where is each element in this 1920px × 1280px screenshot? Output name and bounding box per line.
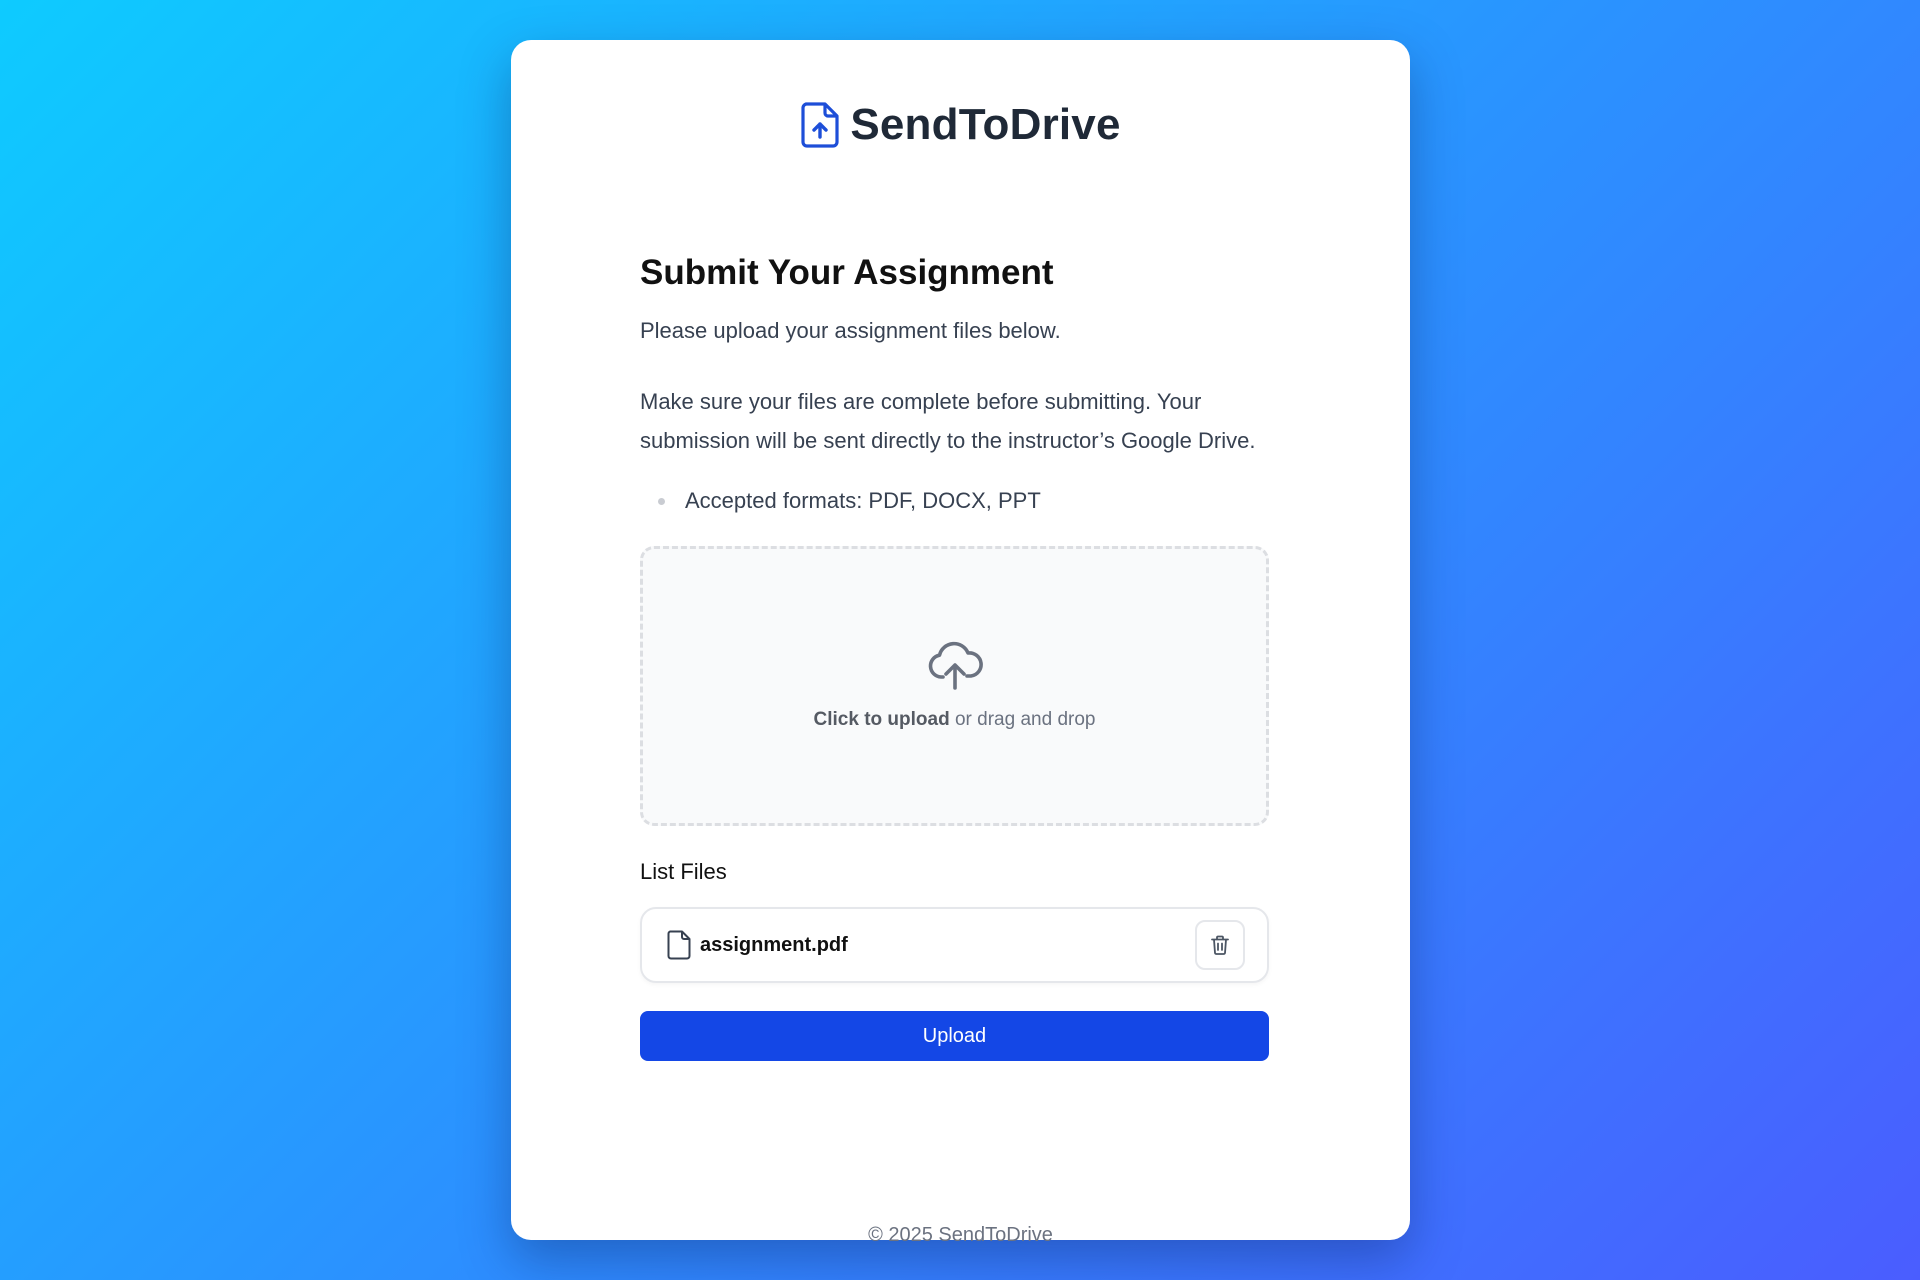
upload-button[interactable]: Upload [640,1011,1269,1061]
dropzone-text: Click to upload or drag and drop [814,709,1096,731]
list-item: Accepted formats: PDF, DOCX, PPT [640,488,1041,514]
accepted-formats-list: Accepted formats: PDF, DOCX, PPT [640,488,1269,514]
page-title: Submit Your Assignment [640,253,1054,292]
delete-file-button[interactable] [1195,920,1245,970]
file-list-item: assignment.pdf [640,907,1269,983]
accepted-formats-text: Accepted formats: PDF, DOCX, PPT [685,488,1041,513]
file-icon [667,930,691,960]
file-upload-icon [801,102,839,148]
trash-icon [1211,935,1229,955]
click-to-upload-link[interactable]: Click to upload [814,709,950,730]
file-list-title: List Files [640,859,727,884]
upload-card: SendToDrive Submit Your Assignment Pleas… [511,40,1410,1246]
footer-copyright: © 2025 SendToDrive [868,1224,1053,1246]
drag-drop-text: or drag and drop [949,709,1096,730]
bullet-dot [658,497,665,505]
brand-header: SendToDrive [511,100,1410,150]
app-name: SendToDrive [850,100,1121,149]
file-name: assignment.pdf [700,933,848,956]
instructions-text: Make sure your files are complete before… [640,389,1256,453]
cloud-upload-icon [928,641,983,690]
page-subtitle: Please upload your assignment files belo… [640,318,1061,343]
main-content: Submit Your Assignment Please upload you… [640,250,1269,1061]
file-dropzone[interactable]: Click to upload or drag and drop [640,546,1269,826]
